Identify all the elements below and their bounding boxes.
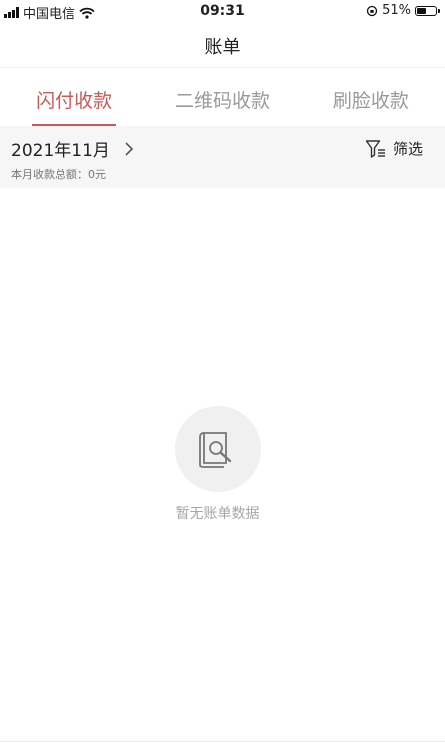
month-summary-bar: 2021年11月 本月收款总额：0元 筛选 bbox=[0, 126, 445, 188]
empty-state-message: 暂无账单数据 bbox=[175, 506, 260, 522]
month-label: 2021年11月 bbox=[11, 141, 110, 161]
monthly-total: 本月收款总额：0元 bbox=[11, 168, 106, 181]
filter-button[interactable]: 筛选 bbox=[365, 138, 423, 159]
document-search-icon bbox=[175, 406, 261, 492]
page-title: 账单 bbox=[204, 37, 241, 58]
tab-face-pay[interactable]: 刷脸收款 bbox=[297, 68, 445, 126]
tab-bar: 闪付收款 二维码收款 刷脸收款 bbox=[0, 68, 445, 126]
status-bar: 中国电信 09:31 51% bbox=[0, 0, 445, 22]
battery-icon bbox=[415, 5, 440, 16]
status-right: 51% bbox=[366, 3, 440, 18]
month-selector[interactable]: 2021年11月 bbox=[11, 136, 138, 161]
chevron-right-icon bbox=[125, 141, 134, 156]
filter-icon bbox=[365, 139, 385, 158]
bottom-tab-bar bbox=[0, 741, 445, 750]
tab-flash-pay[interactable]: 闪付收款 bbox=[0, 68, 148, 126]
tab-qr-code[interactable]: 二维码收款 bbox=[148, 68, 296, 126]
tab-label: 闪付收款 bbox=[36, 90, 113, 112]
orientation-lock-icon bbox=[366, 5, 378, 16]
tab-label: 二维码收款 bbox=[174, 90, 270, 112]
filter-label: 筛选 bbox=[392, 140, 423, 158]
tab-label: 刷脸收款 bbox=[332, 90, 409, 112]
navigation-bar: 账单 bbox=[0, 22, 445, 68]
battery-percent: 51% bbox=[382, 3, 411, 18]
